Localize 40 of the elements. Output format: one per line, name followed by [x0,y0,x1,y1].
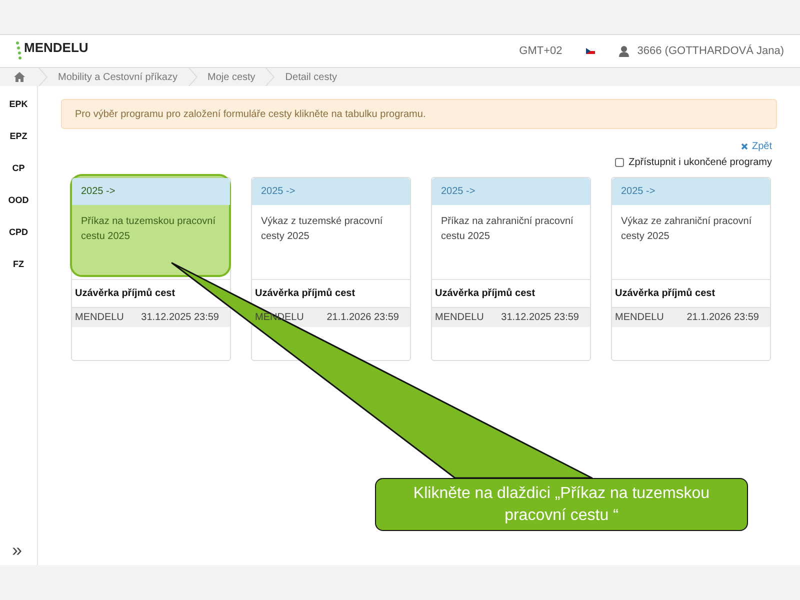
mendelu-logo: MENDELU [16,41,88,61]
user-name[interactable]: 3666 (GOTTHARDOVÁ Jana) [637,42,784,60]
expand-sidebar-button[interactable]: » [12,537,22,564]
table-cell-text: 21.1.2026 23:59 [326,311,399,325]
tile-title: Příkaz na zahraniční pracovní cestu 2025 [441,216,574,242]
table-cell-text: MENDELU [255,311,304,325]
home-icon[interactable] [14,72,24,82]
deadline-heading: Uzávěrka příjmů cest [615,287,716,301]
tile-period: 2025 -> [432,178,590,205]
info-alert: Pro výběr programu pro založení formuláře cesty klikněte na tabulku programu. [61,99,777,129]
table-cell-text: 31.12.2025 23:59 [501,311,579,325]
program-tile[interactable]: 2025 -> Příkaz na zahraniční pracovní cestu 2025 Uzávěrka příjmů cest MENDELU 31.12.2025 23:59 [431,177,591,361]
tile-period: 2025 -> [612,178,770,205]
program-tile[interactable]: 2025 -> Příkaz na tuzemskou pracovní cestu 2025 Uzávěrka příjmů cest MENDELU 31.12.2025 23:59 [71,177,231,361]
deadline-heading: Uzávěrka příjmů cest [75,287,176,301]
tile-title: Výkaz z tuzemské pracovní cesty 2025 [261,216,383,242]
breadcrumb-link[interactable]: Moje cesty [198,70,266,84]
user-icon [619,46,630,56]
breadcrumb-link[interactable]: Detail cesty [275,70,347,84]
checkbox[interactable] [614,158,624,167]
tile-period: 2025 -> [72,178,230,205]
table-cell-text: 21.1.2026 23:59 [686,311,759,325]
table-cell-text: 31.12.2025 23:59 [141,311,219,325]
deadline-heading: Uzávěrka příjmů cest [435,287,536,301]
checkbox-label[interactable]: Zpřístupnit i ukončené programy [628,155,772,170]
table-cell-text: MENDELU [435,311,484,325]
tile-title: Výkaz ze zahraniční pracovní cesty 2025 [621,216,752,242]
breadcrumb-link[interactable]: Mobility a Cestovní příkazy [48,70,188,84]
callout-box: Klikněte na dlaždici „Příkaz na tuzemskou pracovní cestu “ [375,478,748,531]
table-cell-text: MENDELU [615,311,664,325]
back-link[interactable]: Zpět [740,139,772,154]
timezone: GMT+02 [519,44,562,59]
program-tile[interactable]: 2025 -> Výkaz ze zahraniční pracovní cesty 2025 Uzávěrka příjmů cest MENDELU 21.1.2026 23:59 [611,177,771,361]
close-icon [740,143,748,150]
program-tile[interactable]: 2025 -> Výkaz z tuzemské pracovní cesty 2025 Uzávěrka příjmů cest MENDELU 21.1.2026 23:59 [251,177,411,361]
deadline-heading: Uzávěrka příjmů cest [255,287,356,301]
czech-flag-icon[interactable] [586,48,596,54]
tile-period: 2025 -> [252,178,410,205]
table-cell-text: MENDELU [75,311,124,325]
tile-title: Příkaz na tuzemskou pracovní cestu 2025 [81,216,216,242]
